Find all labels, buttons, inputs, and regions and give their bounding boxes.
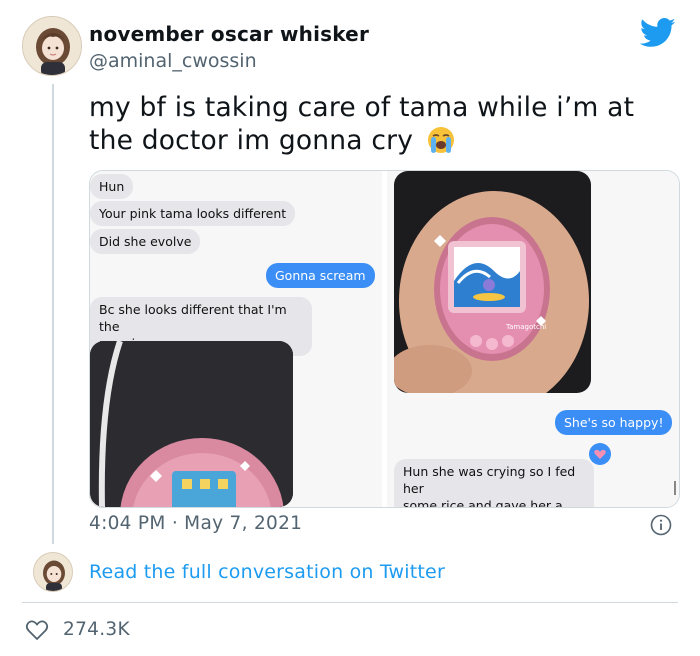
- thread-line: [52, 84, 54, 544]
- heart-icon[interactable]: [25, 619, 49, 641]
- loudly-crying-emoji: [426, 125, 456, 155]
- like-count[interactable]: 274.3K: [63, 619, 130, 640]
- message-bubble: She's so happy!: [555, 410, 673, 435]
- message-bubble: Did she evolve: [90, 229, 201, 254]
- scroll-indicator: [674, 481, 676, 495]
- tamagotchi-photo: [90, 341, 293, 507]
- reply-avatar[interactable]: [33, 552, 73, 592]
- divider: [22, 602, 678, 603]
- message-bubble: Your pink tama looks different: [90, 201, 296, 226]
- author-avatar[interactable]: [22, 16, 82, 76]
- media-grid[interactable]: Hun Your pink tama looks different Did s…: [89, 170, 680, 508]
- avatar-illustration: [34, 553, 72, 591]
- twitter-bird-icon[interactable]: [640, 18, 676, 48]
- left-screenshot[interactable]: Hun Your pink tama looks different Did s…: [90, 171, 382, 507]
- message-line: Hun she was crying so I fed her: [403, 464, 576, 496]
- message-bubble: Gonna scream: [266, 263, 375, 288]
- right-screenshot[interactable]: Tamagotchi She's so happy! Hun she was c…: [387, 171, 679, 507]
- avatar-illustration: [23, 17, 81, 75]
- message-line: some rice and gave her a bath: [403, 498, 563, 507]
- tamagotchi-hand-photo: Tamagotchi: [394, 171, 591, 393]
- message-bubble: Hun she was crying so I fed her some ric…: [394, 459, 594, 507]
- user-handle[interactable]: @aminal_cwossin: [89, 50, 257, 72]
- device-brand: Tamagotchi: [505, 323, 546, 331]
- message-line: Bc she looks different that I'm the: [99, 302, 287, 334]
- tweet-text: my bf is taking care of tama while i’m a…: [89, 91, 669, 157]
- tweet-timestamp[interactable]: 4:04 PM · May 7, 2021: [89, 513, 302, 534]
- heart-reaction-icon: [589, 443, 611, 465]
- info-icon[interactable]: [650, 514, 672, 536]
- tweet-body: my bf is taking care of tama while i’m a…: [89, 92, 635, 156]
- display-name[interactable]: november oscar whisker: [89, 22, 369, 46]
- message-bubble: Hun: [90, 174, 134, 199]
- read-conversation-link[interactable]: Read the full conversation on Twitter: [89, 561, 445, 583]
